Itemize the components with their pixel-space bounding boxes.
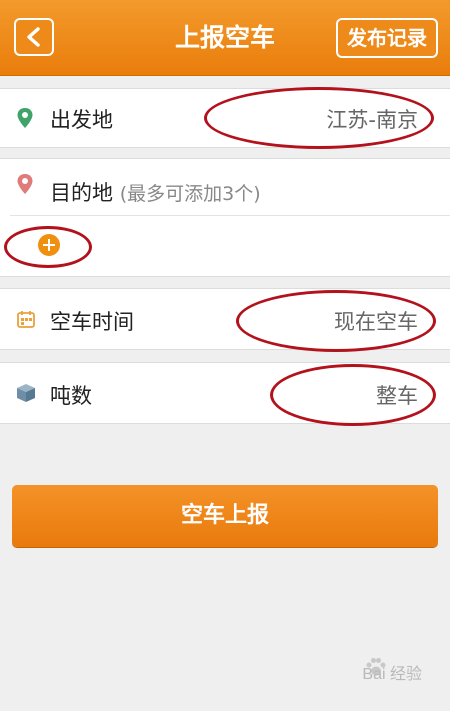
add-destination-button[interactable] <box>38 234 60 256</box>
departure-value: 江苏-南京 <box>326 108 418 132</box>
top-bar: 上报空车 发布记录 <box>0 0 450 76</box>
calendar-icon <box>17 311 35 328</box>
empty-time-value: 现在空车 <box>334 310 418 334</box>
location-pin-icon <box>17 174 33 194</box>
watermark: Bai 经验 <box>362 666 422 683</box>
cube-icon <box>17 384 35 402</box>
submit-button[interactable]: 空车上报 <box>12 485 438 547</box>
tonnage-label: 吨数 <box>50 384 92 408</box>
location-pin-icon <box>17 108 33 128</box>
destination-hint: (最多可添加3个) <box>119 183 261 205</box>
empty-time-row[interactable]: 空车时间 现在空车 <box>0 288 450 350</box>
departure-row[interactable]: 出发地 江苏-南京 <box>0 88 450 148</box>
departure-label: 出发地 <box>50 108 113 132</box>
empty-time-label: 空车时间 <box>50 310 134 334</box>
tonnage-row[interactable]: 吨数 整车 <box>0 362 450 424</box>
destination-row: 目的地 (最多可添加3个) <box>0 158 450 277</box>
divider <box>10 215 450 216</box>
publish-record-button[interactable]: 发布记录 <box>336 18 438 58</box>
destination-label-text: 目的地 <box>50 181 113 205</box>
destination-label: 目的地 (最多可添加3个) <box>50 177 261 207</box>
tonnage-value: 整车 <box>376 384 418 408</box>
